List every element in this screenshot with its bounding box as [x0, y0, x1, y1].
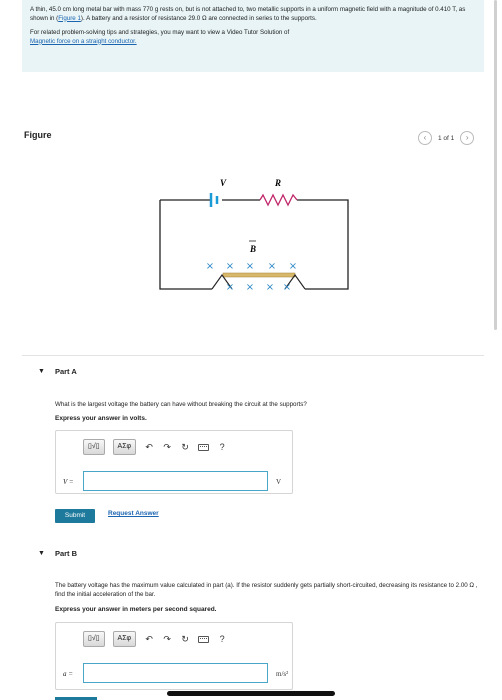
battery-label: V: [220, 178, 227, 188]
metal-bar: [222, 272, 296, 278]
undo-icon[interactable]: ↶: [144, 634, 154, 645]
redo-icon[interactable]: ↷: [162, 442, 172, 453]
part-b-answer-input[interactable]: [83, 663, 268, 683]
part-a-header[interactable]: ▼ Part A: [38, 367, 77, 376]
part-b-unit: m/s²: [276, 670, 289, 678]
part-a-question: What is the largest voltage the battery …: [55, 401, 307, 408]
figure-title: Figure: [24, 130, 52, 140]
resistor-zigzag: [259, 193, 298, 207]
field-x-mark: ×: [268, 261, 276, 272]
field-x-mark: ×: [226, 261, 234, 272]
undo-icon[interactable]: ↶: [144, 442, 154, 453]
field-x-mark: ×: [283, 282, 291, 293]
symbols-button[interactable]: ΑΣφ: [112, 439, 137, 455]
part-a-instruction: Express your answer in volts.: [55, 415, 147, 422]
math-toolbar: ▯√▯ ΑΣφ ↶ ↷ ↻ ?: [83, 630, 227, 648]
submit-button[interactable]: Submit: [55, 509, 95, 523]
field-x-mark: ×: [266, 282, 274, 293]
problem-intro: A thin, 45.0 cm long metal bar with mass…: [22, 0, 484, 72]
symbols-button[interactable]: ΑΣφ: [112, 631, 137, 647]
keyboard-icon[interactable]: [198, 635, 210, 643]
help-icon[interactable]: ?: [217, 634, 227, 644]
part-b-title: Part B: [54, 549, 78, 558]
part-b-question: The battery voltage has the maximum valu…: [55, 582, 478, 598]
part-b-answer-box: ▯√▯ ΑΣφ ↶ ↷ ↻ ? a = m/s²: [55, 622, 293, 690]
redo-icon[interactable]: ↷: [162, 634, 172, 645]
problem-statement: A thin, 45.0 cm long metal bar with mass…: [30, 6, 476, 23]
part-a-unit: V: [276, 478, 282, 486]
related-text-label: For related problem-solving tips and str…: [30, 29, 290, 36]
part-a-answer-input[interactable]: [83, 471, 268, 491]
collapse-triangle-icon: ▼: [38, 550, 45, 557]
part-b-instruction: Express your answer in meters per second…: [55, 606, 217, 613]
templates-button[interactable]: ▯√▯: [83, 631, 105, 647]
circuit-diagram: V R B × × × × × × × × ×: [159, 178, 349, 293]
figure-pagination: ‹ 1 of 1 ›: [418, 131, 475, 145]
figure-counter: 1 of 1: [438, 134, 455, 142]
figure-link[interactable]: Figure 1: [58, 15, 81, 22]
scrollbar[interactable]: [494, 0, 497, 330]
reset-icon[interactable]: ↻: [180, 634, 190, 645]
home-indicator[interactable]: [167, 691, 335, 696]
resistor-label: R: [274, 178, 281, 188]
collapse-triangle-icon: ▼: [38, 368, 45, 375]
math-toolbar: ▯√▯ ΑΣφ ↶ ↷ ↻ ?: [83, 438, 227, 456]
keyboard-icon[interactable]: [198, 443, 210, 451]
prev-figure-button[interactable]: ‹: [418, 131, 432, 145]
part-a-title: Part A: [54, 367, 77, 376]
templates-button[interactable]: ▯√▯: [83, 439, 105, 455]
reset-icon[interactable]: ↻: [180, 442, 190, 453]
part-a-answer-box: ▯√▯ ΑΣφ ↶ ↷ ↻ ? V = V: [55, 430, 293, 494]
video-tutor-link[interactable]: Magnetic force on a straight conductor.: [30, 38, 137, 45]
field-x-mark: ×: [289, 261, 297, 272]
request-answer-link[interactable]: Request Answer: [108, 510, 159, 517]
related-text: For related problem-solving tips and str…: [30, 29, 476, 46]
next-figure-button[interactable]: ›: [460, 131, 475, 145]
problem-text-part2: ). A battery and a resistor of resistanc…: [80, 14, 317, 22]
part-b-header[interactable]: ▼ Part B: [38, 549, 77, 558]
help-icon[interactable]: ?: [217, 442, 227, 452]
field-label: B: [249, 244, 256, 254]
field-x-mark: ×: [206, 261, 214, 272]
field-x-mark: ×: [226, 282, 234, 293]
part-a-variable-label: V =: [63, 478, 74, 486]
part-b-variable-label: a =: [63, 670, 73, 678]
field-x-mark: ×: [246, 282, 254, 293]
field-x-mark: ×: [246, 261, 254, 272]
section-divider: [22, 355, 484, 356]
